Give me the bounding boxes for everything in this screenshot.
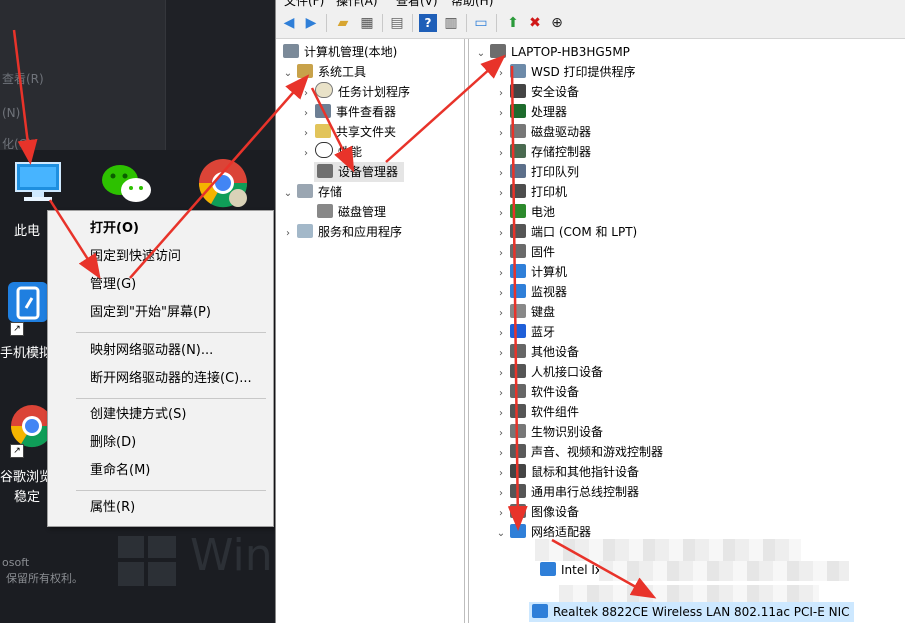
annotation-arrow [12, 29, 38, 165]
annotation-arrow [507, 65, 528, 531]
annotation-arrow [48, 199, 101, 280]
annotation-arrow [551, 538, 657, 599]
annotation-overlay [12, 29, 657, 599]
annotation-arrow [385, 54, 506, 163]
annotation-arrow [129, 74, 310, 279]
annotation-arrow [310, 87, 355, 173]
